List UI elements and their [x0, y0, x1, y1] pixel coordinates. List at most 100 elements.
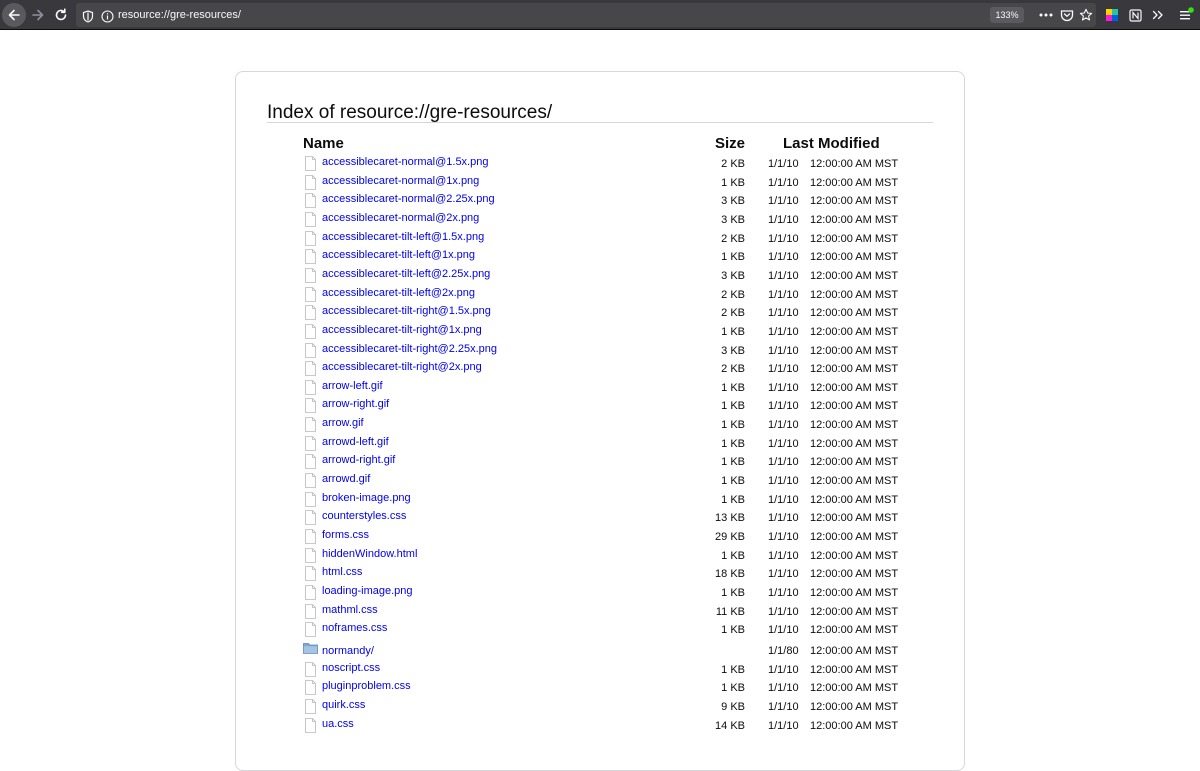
file-modified-date: 1/1/10: [768, 289, 799, 301]
file-link[interactable]: accessiblecaret-tilt-right@1x.png: [322, 323, 482, 337]
file-link[interactable]: accessiblecaret-normal@1.5x.png: [322, 155, 488, 169]
url-bar[interactable]: resource://gre-resources/ 133%: [76, 3, 1096, 27]
file-row: accessiblecaret-normal@2.25x.png 3 KB 1/1/…: [0, 192, 1200, 210]
shield-icon[interactable]: [82, 8, 94, 27]
file-link[interactable]: mathml.css: [322, 603, 378, 617]
file-link[interactable]: arrow-right.gif: [322, 397, 389, 411]
file-link[interactable]: accessiblecaret-tilt-left@1x.png: [322, 248, 475, 262]
file-link[interactable]: noscript.css: [322, 661, 380, 675]
column-header-size[interactable]: Size: [715, 134, 745, 154]
file-link[interactable]: accessiblecaret-tilt-right@1.5x.png: [322, 304, 491, 318]
file-size: 1 KB: [721, 456, 745, 468]
file-modified-time: 12:00:00 AM MST: [810, 400, 899, 412]
file-link[interactable]: html.css: [322, 565, 362, 579]
file-modified-date: 1/1/10: [768, 550, 799, 562]
file-size: 1 KB: [721, 550, 745, 562]
info-icon[interactable]: [101, 8, 114, 27]
folder-icon: [303, 643, 318, 654]
file-modified-time: 12:00:00 AM MST: [810, 645, 899, 657]
file-modified-time: 12:00:00 AM MST: [810, 587, 899, 599]
file-link[interactable]: pluginproblem.css: [322, 679, 411, 693]
file-modified-time: 12:00:00 AM MST: [810, 720, 899, 732]
bookmark-star-icon[interactable]: [1078, 7, 1094, 23]
file-size: 9 KB: [721, 701, 745, 713]
file-icon: [305, 699, 316, 714]
file-row: accessiblecaret-tilt-right@1.5x.png 2 KB 1…: [0, 304, 1200, 322]
file-icon: [305, 193, 316, 208]
back-button[interactable]: [2, 3, 26, 27]
reload-button[interactable]: [49, 3, 73, 27]
file-link[interactable]: broken-image.png: [322, 491, 411, 505]
folder-link[interactable]: normandy/: [322, 644, 374, 658]
file-icon: [305, 492, 316, 507]
file-link[interactable]: arrowd-right.gif: [322, 453, 395, 467]
file-link[interactable]: forms.css: [322, 528, 369, 542]
file-size: 2 KB: [721, 158, 745, 170]
file-modified-date: 1/1/10: [768, 531, 799, 543]
file-modified-date: 1/1/10: [768, 606, 799, 618]
file-size: 1 KB: [721, 251, 745, 263]
file-link[interactable]: accessiblecaret-tilt-left@2.25x.png: [322, 267, 490, 281]
folder-row: normandy/1/1/80 12:00:00 AM MST: [0, 642, 1200, 660]
hamburger-menu-icon[interactable]: [1177, 6, 1195, 24]
file-modified-date: 1/1/10: [768, 682, 799, 694]
file-row: noscript.css 1 KB 1/1/10 12:00:00 AM MST: [0, 661, 1200, 679]
file-modified-time: 12:00:00 AM MST: [810, 475, 899, 487]
overflow-chevron-icon[interactable]: [1149, 6, 1167, 24]
url-text[interactable]: resource://gre-resources/: [118, 7, 241, 23]
more-actions-icon[interactable]: [1038, 7, 1054, 23]
file-modified-time: 12:00:00 AM MST: [810, 382, 899, 394]
file-size: 1 KB: [721, 382, 745, 394]
file-modified-date: 1/1/10: [768, 701, 799, 713]
file-row: accessiblecaret-normal@1x.png 1 KB 1/1/10 1…: [0, 174, 1200, 192]
file-icon: [305, 324, 316, 339]
file-icon: [305, 566, 316, 581]
file-icon: [305, 398, 316, 413]
file-link[interactable]: arrowd.gif: [322, 472, 370, 486]
file-row: accessiblecaret-tilt-right@1x.png 1 KB 1/1…: [0, 323, 1200, 341]
file-link[interactable]: accessiblecaret-tilt-right@2x.png: [322, 360, 482, 374]
file-link[interactable]: arrowd-left.gif: [322, 435, 389, 449]
file-link[interactable]: counterstyles.css: [322, 509, 406, 523]
column-header-last-modified[interactable]: Last Modified: [783, 134, 880, 154]
zoom-level-badge[interactable]: 133%: [990, 7, 1024, 23]
file-link[interactable]: accessiblecaret-tilt-left@2x.png: [322, 286, 475, 300]
file-row: loading-image.png 1 KB 1/1/10 12:00:00 AM M…: [0, 584, 1200, 602]
file-modified-time: 12:00:00 AM MST: [810, 345, 899, 357]
file-icon: [305, 604, 316, 619]
file-modified-time: 12:00:00 AM MST: [810, 233, 899, 245]
file-modified-date: 1/1/10: [768, 251, 799, 263]
file-link[interactable]: accessiblecaret-normal@2x.png: [322, 211, 479, 225]
extension-icon[interactable]: [1103, 6, 1121, 24]
file-link[interactable]: ua.css: [322, 717, 354, 731]
file-size: 3 KB: [721, 270, 745, 282]
file-icon: [305, 212, 316, 227]
file-link[interactable]: loading-image.png: [322, 584, 413, 598]
file-link[interactable]: quirk.css: [322, 698, 365, 712]
file-link[interactable]: accessiblecaret-tilt-left@1.5x.png: [322, 230, 484, 244]
file-modified-date: 1/1/10: [768, 214, 799, 226]
pocket-icon[interactable]: [1059, 7, 1075, 23]
file-icon: [305, 249, 316, 264]
file-link[interactable]: accessiblecaret-normal@1x.png: [322, 174, 479, 188]
file-row: broken-image.png 1 KB 1/1/10 12:00:00 AM MS…: [0, 491, 1200, 509]
column-header-name[interactable]: Name: [303, 134, 344, 154]
file-link[interactable]: arrow-left.gif: [322, 379, 383, 393]
file-modified-date: 1/1/10: [768, 438, 799, 450]
file-link[interactable]: hiddenWindow.html: [322, 547, 417, 561]
file-modified-time: 12:00:00 AM MST: [810, 195, 899, 207]
file-modified-date: 1/1/10: [768, 494, 799, 506]
forward-button[interactable]: [26, 3, 50, 27]
file-modified-time: 12:00:00 AM MST: [810, 682, 899, 694]
file-modified-time: 12:00:00 AM MST: [810, 606, 899, 618]
file-modified-time: 12:00:00 AM MST: [810, 456, 899, 468]
file-link[interactable]: noframes.css: [322, 621, 387, 635]
file-row: quirk.css 9 KB 1/1/10 12:00:00 AM MST: [0, 698, 1200, 716]
file-modified-date: 1/1/10: [768, 233, 799, 245]
notion-extension-icon[interactable]: [1126, 6, 1144, 24]
file-row: forms.css 29 KB 1/1/10 12:00:00 AM MST: [0, 528, 1200, 546]
file-link[interactable]: arrow.gif: [322, 416, 364, 430]
file-link[interactable]: accessiblecaret-normal@2.25x.png: [322, 192, 495, 206]
file-link[interactable]: accessiblecaret-tilt-right@2.25x.png: [322, 342, 497, 356]
file-icon: [305, 718, 316, 733]
